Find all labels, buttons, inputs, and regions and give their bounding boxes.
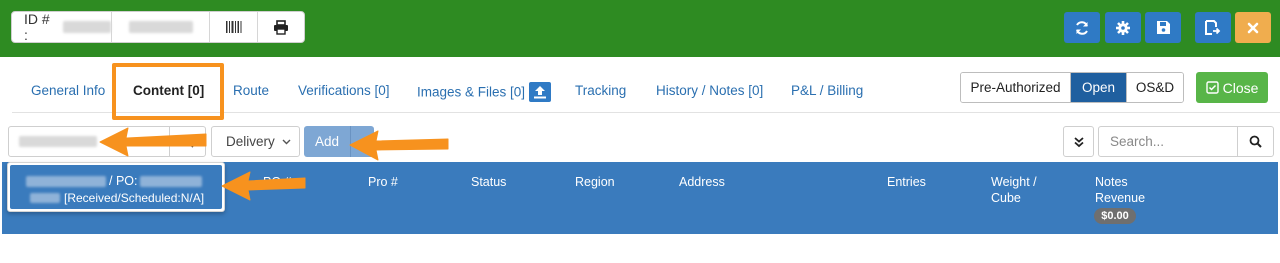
- tab-tracking[interactable]: Tracking: [575, 83, 626, 98]
- tab-general-info[interactable]: General Info: [31, 83, 105, 98]
- record-name: [112, 12, 210, 42]
- record-id-group: ID # :: [11, 11, 305, 43]
- col-cube[interactable]: Cube: [991, 190, 1021, 206]
- top-bar: ID # :: [0, 0, 1280, 57]
- content-search-input[interactable]: [9, 127, 169, 156]
- id-label: ID # :: [24, 11, 50, 43]
- tab-verifications[interactable]: Verifications [0]: [298, 83, 390, 98]
- record-id: ID # :: [12, 11, 112, 43]
- redacted-name: [128, 21, 193, 33]
- upload-icon[interactable]: [529, 82, 552, 102]
- settings-button[interactable]: [1105, 12, 1141, 43]
- printer-icon: [274, 19, 288, 35]
- save-icon: [1156, 21, 1170, 34]
- autocomplete-dropdown: / PO: [Received/Scheduled:N/A]: [7, 162, 225, 212]
- redacted-search-value: [19, 136, 97, 147]
- col-status[interactable]: Status: [471, 174, 506, 190]
- suggestion-line-1: / PO:: [26, 174, 203, 188]
- delivery-select[interactable]: Delivery: [211, 126, 300, 157]
- refresh-icon: [1076, 20, 1088, 35]
- col-weight[interactable]: Weight /: [991, 174, 1037, 190]
- tab-images-files[interactable]: Images & Files [0]: [417, 82, 552, 103]
- col-address[interactable]: Address: [679, 174, 725, 190]
- close-button[interactable]: Close: [1196, 72, 1268, 103]
- revenue-total-badge: $0.00: [1094, 208, 1136, 224]
- expand-all-button[interactable]: [1063, 126, 1094, 157]
- col-entries[interactable]: Entries: [887, 174, 926, 190]
- close-record-button[interactable]: [1235, 12, 1271, 43]
- tab-route[interactable]: Route: [233, 83, 269, 98]
- po-label: / PO:: [109, 174, 138, 188]
- save-button[interactable]: [1145, 12, 1181, 43]
- chevron-down-icon: [282, 139, 291, 145]
- barcode-button[interactable]: [210, 12, 258, 42]
- content-search-group: [8, 126, 206, 157]
- table-search-input[interactable]: [1099, 127, 1237, 156]
- delivery-select-value: Delivery: [226, 134, 275, 149]
- search-icon: [181, 135, 194, 148]
- suggestion-status: [Received/Scheduled:N/A]: [64, 191, 205, 205]
- tab-history-notes[interactable]: History / Notes [0]: [656, 83, 763, 98]
- content-search-button[interactable]: [169, 127, 205, 156]
- col-po[interactable]: PO #: [263, 174, 292, 190]
- check-square-icon: [1205, 81, 1219, 94]
- barcode-icon: [225, 21, 241, 33]
- add-button-label: Add: [314, 134, 340, 149]
- redacted-order-number: [26, 175, 106, 187]
- save-and-close-button[interactable]: [1195, 12, 1231, 43]
- suggestion-line-2: [Received/Scheduled:N/A]: [30, 191, 204, 205]
- status-osd[interactable]: OS&D: [1127, 73, 1183, 102]
- redacted-code: [30, 193, 60, 203]
- col-pro[interactable]: Pro #: [368, 174, 398, 190]
- status-pre-authorized[interactable]: Pre-Authorized: [961, 73, 1071, 102]
- redacted-po-number: [140, 175, 203, 187]
- annotation-highlight-box: [112, 63, 224, 120]
- double-chevron-down-icon: [1073, 136, 1084, 147]
- redacted-id: [63, 21, 111, 33]
- tab-images-files-label: Images & Files [0]: [417, 84, 526, 100]
- search-icon: [1249, 135, 1262, 148]
- tab-pl-billing[interactable]: P&L / Billing: [791, 83, 863, 98]
- col-revenue[interactable]: Revenue: [1095, 190, 1145, 206]
- status-toggle: Pre-Authorized Open OS&D: [960, 72, 1184, 103]
- add-button-split: [350, 126, 351, 157]
- close-button-label: Close: [1222, 79, 1259, 96]
- table-search-button[interactable]: [1237, 127, 1273, 156]
- refresh-button[interactable]: [1064, 12, 1100, 43]
- autocomplete-item[interactable]: / PO: [Received/Scheduled:N/A]: [10, 165, 222, 209]
- close-icon: [1247, 22, 1259, 33]
- status-open[interactable]: Open: [1071, 73, 1127, 102]
- print-button[interactable]: [258, 12, 304, 42]
- col-region[interactable]: Region: [575, 174, 615, 190]
- save-and-close-icon: [1205, 19, 1221, 35]
- add-button[interactable]: Add: [304, 126, 374, 157]
- gear-icon: [1116, 20, 1130, 35]
- table-search-group: [1098, 126, 1274, 157]
- col-notes[interactable]: Notes: [1095, 174, 1128, 190]
